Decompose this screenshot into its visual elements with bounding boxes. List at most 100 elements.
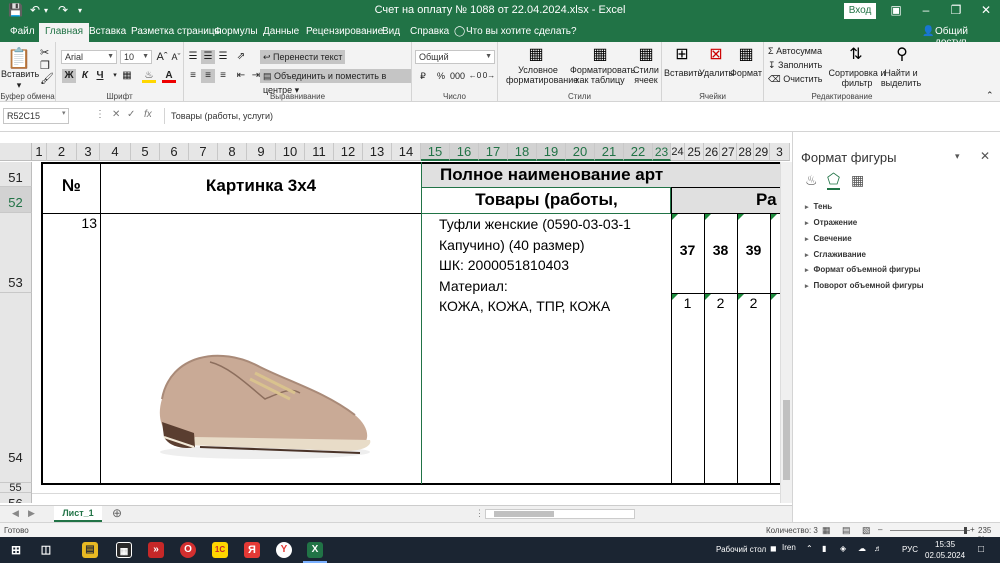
shrink-font-icon[interactable]: Aˇ xyxy=(169,50,183,64)
split-handle-icon[interactable]: ⋮ xyxy=(475,508,484,519)
column-header[interactable]: 24 xyxy=(671,143,685,161)
quantity-cell[interactable]: 2 xyxy=(704,295,737,311)
column-header[interactable]: 29 xyxy=(754,143,770,161)
tab-insert[interactable]: Вставка xyxy=(89,26,126,37)
align-right-icon[interactable]: ≡ xyxy=(216,69,230,83)
quantity-cell[interactable]: 2 xyxy=(737,295,770,311)
next-sheet-icon[interactable]: ▶ xyxy=(28,508,35,519)
store-icon[interactable]: ▦ xyxy=(116,542,132,558)
column-header[interactable]: 7 xyxy=(189,143,218,161)
app-red-icon[interactable]: » xyxy=(148,542,164,558)
borders-icon[interactable]: ▦ xyxy=(120,69,134,83)
merge-center-button[interactable]: ▤ Объединить и поместить в центре ▾ xyxy=(260,69,411,95)
battery-icon[interactable]: ▮ xyxy=(822,544,826,553)
decrease-decimal-icon[interactable]: 0→ xyxy=(482,69,496,83)
copy-icon[interactable]: ❐ xyxy=(40,61,50,72)
column-header[interactable]: 8 xyxy=(218,143,247,161)
pane-item-3d-format[interactable]: ▸ Формат объемной фигуры xyxy=(805,265,920,274)
grow-font-icon[interactable]: Aˆ xyxy=(155,50,169,64)
paste-icon[interactable]: 📋 xyxy=(6,46,32,71)
column-header[interactable]: 4 xyxy=(100,143,131,161)
add-sheet-icon[interactable]: ⊕ xyxy=(112,506,122,520)
column-header[interactable]: 17 xyxy=(479,143,508,161)
underline-button[interactable]: Ч xyxy=(93,69,107,83)
file-explorer-icon[interactable]: ▤ xyxy=(82,542,98,558)
size-cell[interactable]: 37 xyxy=(671,242,704,258)
yandex-browser-icon[interactable]: Y xyxy=(276,542,292,558)
page-break-view-icon[interactable]: ▧ xyxy=(862,525,871,536)
row-header[interactable]: 55 xyxy=(0,483,32,494)
pane-item-glow[interactable]: ▸ Свечение xyxy=(805,234,852,243)
row-header[interactable]: 52 xyxy=(0,187,32,213)
column-header[interactable]: 16 xyxy=(450,143,479,161)
format-painter-icon[interactable]: 🖌 xyxy=(40,74,54,85)
pane-options-icon[interactable]: ▾ xyxy=(955,151,960,162)
format-as-table-button[interactable]: Форматировать как таблицу xyxy=(570,65,635,85)
fill-button[interactable]: ↧ Заполнить xyxy=(768,60,822,70)
insert-cells-icon[interactable]: ⊞ xyxy=(672,44,692,64)
column-header[interactable]: 1 xyxy=(32,143,47,161)
decrease-indent-icon[interactable]: ⇤ xyxy=(234,69,248,83)
column-header[interactable]: 19 xyxy=(537,143,566,161)
align-top-icon[interactable]: ☰ xyxy=(186,50,200,64)
desktop-toolbar[interactable]: Рабочий стол xyxy=(716,545,766,554)
product-description-cell[interactable]: Туфли женские (0590-03-03-1 Капучино) (4… xyxy=(439,214,671,317)
wrap-text-button[interactable]: ↩ Перенести текст xyxy=(260,50,346,64)
pane-item-reflection[interactable]: ▸ Отражение xyxy=(805,218,857,227)
zoom-in-icon[interactable]: + xyxy=(970,525,975,534)
size-properties-icon[interactable]: ▦ xyxy=(851,172,864,189)
picture-column-header[interactable]: Картинка 3х4 xyxy=(101,176,421,196)
task-view-icon[interactable]: ◫ xyxy=(38,542,54,558)
pane-item-3d-rotation[interactable]: ▸ Поворот объемной фигуры xyxy=(805,281,924,290)
user-name[interactable]: Iren xyxy=(782,543,796,552)
full-name-header[interactable]: Полное наименование арт xyxy=(440,163,780,187)
sort-filter-button[interactable]: Сортировка и фильтр xyxy=(828,68,886,88)
clock-time[interactable]: 15:35 xyxy=(935,540,955,549)
tab-review[interactable]: Рецензирование xyxy=(306,26,383,37)
increase-decimal-icon[interactable]: ←0 xyxy=(468,69,482,83)
column-header[interactable]: 5 xyxy=(131,143,160,161)
format-cells-icon[interactable]: ▦ xyxy=(736,44,756,64)
pane-item-shadow[interactable]: ▸ Тень xyxy=(805,202,832,211)
zoom-slider-thumb[interactable] xyxy=(964,527,967,534)
clear-button[interactable]: ⌫ Очистить xyxy=(768,74,822,84)
language-indicator[interactable]: РУС xyxy=(902,545,918,554)
size-cell[interactable]: 39 xyxy=(737,242,770,258)
insert-function-button[interactable]: fx xyxy=(144,109,152,120)
share-icon[interactable]: 👤 xyxy=(922,26,934,37)
column-header[interactable]: 14 xyxy=(392,143,421,161)
autosum-button[interactable]: Σ Автосумма xyxy=(768,46,822,56)
network-icon[interactable]: ◈ xyxy=(840,544,846,553)
notifications-icon[interactable]: □ xyxy=(978,544,984,555)
row-header[interactable]: 51 xyxy=(0,162,32,187)
column-header[interactable]: 15 xyxy=(421,143,450,161)
excel-icon[interactable]: X xyxy=(307,542,323,558)
currency-icon[interactable]: ₽ xyxy=(416,69,430,83)
fill-line-icon[interactable]: ♨ xyxy=(805,172,818,189)
cloud-icon[interactable]: ☁ xyxy=(858,544,866,553)
1c-icon[interactable]: 1С xyxy=(212,542,228,558)
prev-sheet-icon[interactable]: ◀ xyxy=(12,508,19,519)
cell-styles-icon[interactable]: ▦ xyxy=(636,44,656,64)
percent-icon[interactable]: % xyxy=(434,69,448,83)
sheet-grid[interactable]: 1 2 3 4 5 6 7 8 9 10 11 12 13 14 15 16 1… xyxy=(0,132,792,503)
align-center-icon[interactable]: ≡ xyxy=(201,69,215,83)
column-header[interactable]: 6 xyxy=(160,143,189,161)
column-header[interactable]: 9 xyxy=(247,143,276,161)
yandex-icon[interactable]: Я xyxy=(244,542,260,558)
tab-page-layout[interactable]: Разметка страницы xyxy=(131,26,222,37)
name-box[interactable]: R52C15 xyxy=(3,108,69,124)
column-header[interactable]: 22 xyxy=(624,143,653,161)
format-cells-button[interactable]: Формат xyxy=(730,68,762,78)
close-pane-icon[interactable]: ✕ xyxy=(980,149,990,163)
zoom-slider[interactable] xyxy=(890,527,970,534)
column-header[interactable]: 18 xyxy=(508,143,537,161)
tab-data[interactable]: Данные xyxy=(263,26,299,37)
column-header[interactable]: 10 xyxy=(276,143,305,161)
scrollbar-thumb[interactable] xyxy=(783,400,790,480)
align-middle-icon[interactable]: ☰ xyxy=(201,50,215,64)
column-header[interactable]: 3 xyxy=(77,143,100,161)
ribbon-display-icon[interactable]: ▣ xyxy=(884,3,908,17)
column-header[interactable]: 23 xyxy=(653,143,671,161)
effects-icon[interactable]: ⬠ xyxy=(827,170,841,190)
